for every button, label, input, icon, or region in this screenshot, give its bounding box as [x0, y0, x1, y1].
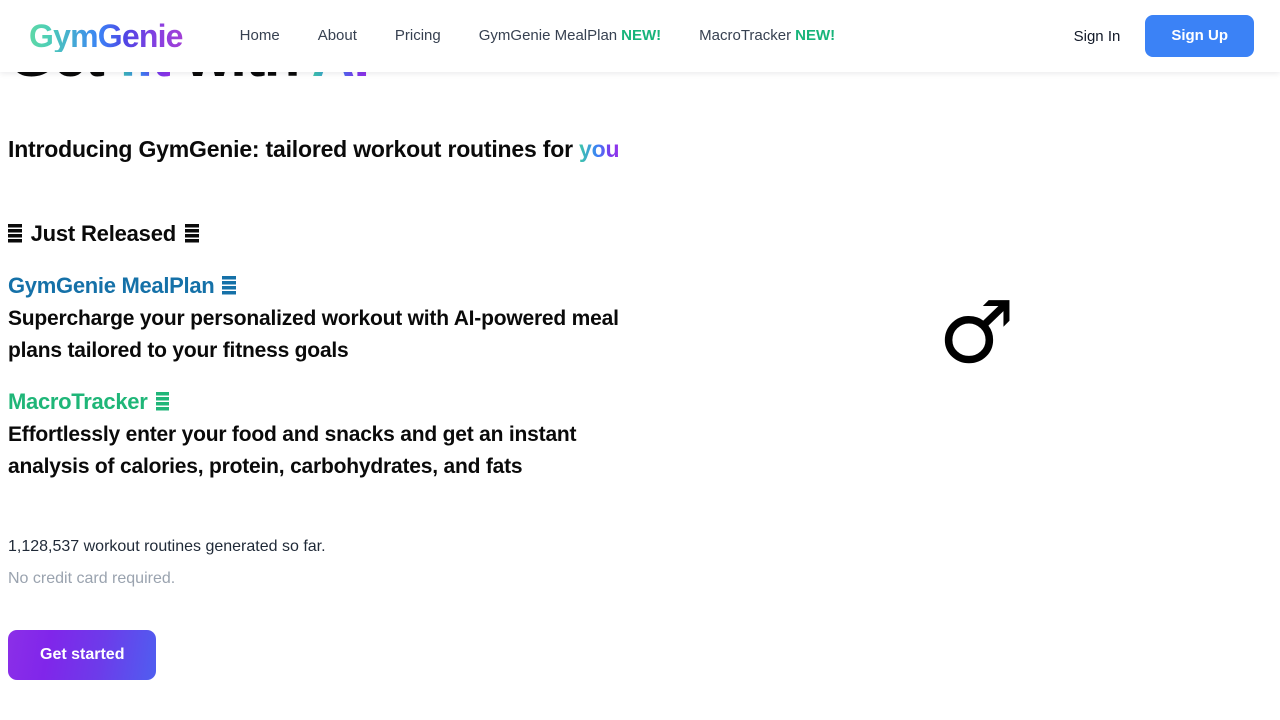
nav-item-pricing[interactable]: Pricing	[376, 20, 460, 52]
routines-generated-stat: 1,128,537 workout routines generated so …	[8, 538, 326, 555]
feature-macrotracker-description: Effortlessly enter your food and snacks …	[8, 423, 577, 478]
hero-subheading-main: Introducing GymGenie: tailored workout r…	[8, 136, 580, 162]
nav-item-about-label: About	[317, 27, 357, 45]
nav-item-macrotracker[interactable]: MacroTracker NEW!	[680, 20, 854, 52]
hero-headline-word-fit: fit	[118, 72, 171, 89]
nav-item-mealplan-label: GymGenie MealPlan	[478, 27, 618, 45]
sign-in-link[interactable]: Sign In	[1060, 20, 1135, 53]
nav-item-about[interactable]: About	[299, 20, 376, 52]
brand-logo[interactable]: GymGenie	[29, 20, 183, 52]
just-released-label: Just Released	[30, 221, 177, 246]
hero-headline: Get fit with AI	[8, 72, 370, 89]
hero-headline-word-get: Get	[8, 72, 118, 89]
feature-mealplan-title: GymGenie MealPlan	[8, 273, 215, 298]
mars-symbol-glyph-icon: ♂	[938, 283, 1016, 383]
get-started-button[interactable]: Get started	[8, 630, 157, 680]
nav-item-macrotracker-label: MacroTracker	[699, 27, 792, 45]
sign-up-button[interactable]: Sign Up	[1145, 14, 1254, 58]
feature-macrotracker: MacroTracker Effortlessly enter your foo…	[8, 387, 628, 483]
feature-mealplan-description: Supercharge your personalized workout wi…	[8, 307, 619, 362]
main-navigation: Home About Pricing GymGenie MealPlan NEW!…	[221, 20, 854, 52]
macrotracker-emoji-fallback-icon	[155, 391, 170, 413]
nav-item-mealplan-new-badge: NEW!	[621, 27, 662, 45]
sparkle-emoji-fallback-icon-right	[185, 223, 199, 245]
feature-macrotracker-title: MacroTracker	[8, 389, 148, 414]
nav-item-home-label: Home	[239, 27, 280, 45]
hero-headline-word-ai: AI	[312, 72, 370, 89]
hero-subheading-accent: you	[579, 136, 620, 162]
mealplan-emoji-fallback-icon	[222, 275, 237, 297]
header-actions: Sign In Sign Up	[1060, 0, 1254, 72]
just-released-banner: Just Released	[8, 219, 199, 249]
site-header: GymGenie Home About Pricing GymGenie Mea…	[0, 0, 1280, 72]
hero-headline-word-with: with	[170, 72, 311, 89]
feature-mealplan: GymGenie MealPlan Supercharge your perso…	[8, 271, 628, 367]
nav-item-macrotracker-new-badge: NEW!	[795, 27, 836, 45]
hero-headline-clip: Get fit with AI	[8, 72, 908, 112]
feature-macrotracker-title-row: MacroTracker	[8, 387, 628, 417]
landing-page: GymGenie Home About Pricing GymGenie Mea…	[0, 0, 1280, 720]
nav-item-home[interactable]: Home	[221, 20, 299, 52]
hero-subheading: Introducing GymGenie: tailored workout r…	[8, 133, 648, 166]
sparkle-emoji-fallback-icon-left	[8, 223, 22, 245]
nav-item-pricing-label: Pricing	[394, 27, 441, 45]
nav-item-mealplan[interactable]: GymGenie MealPlan NEW!	[460, 20, 680, 52]
feature-mealplan-title-row: GymGenie MealPlan	[8, 271, 628, 301]
no-credit-card-note: No credit card required.	[8, 570, 176, 587]
